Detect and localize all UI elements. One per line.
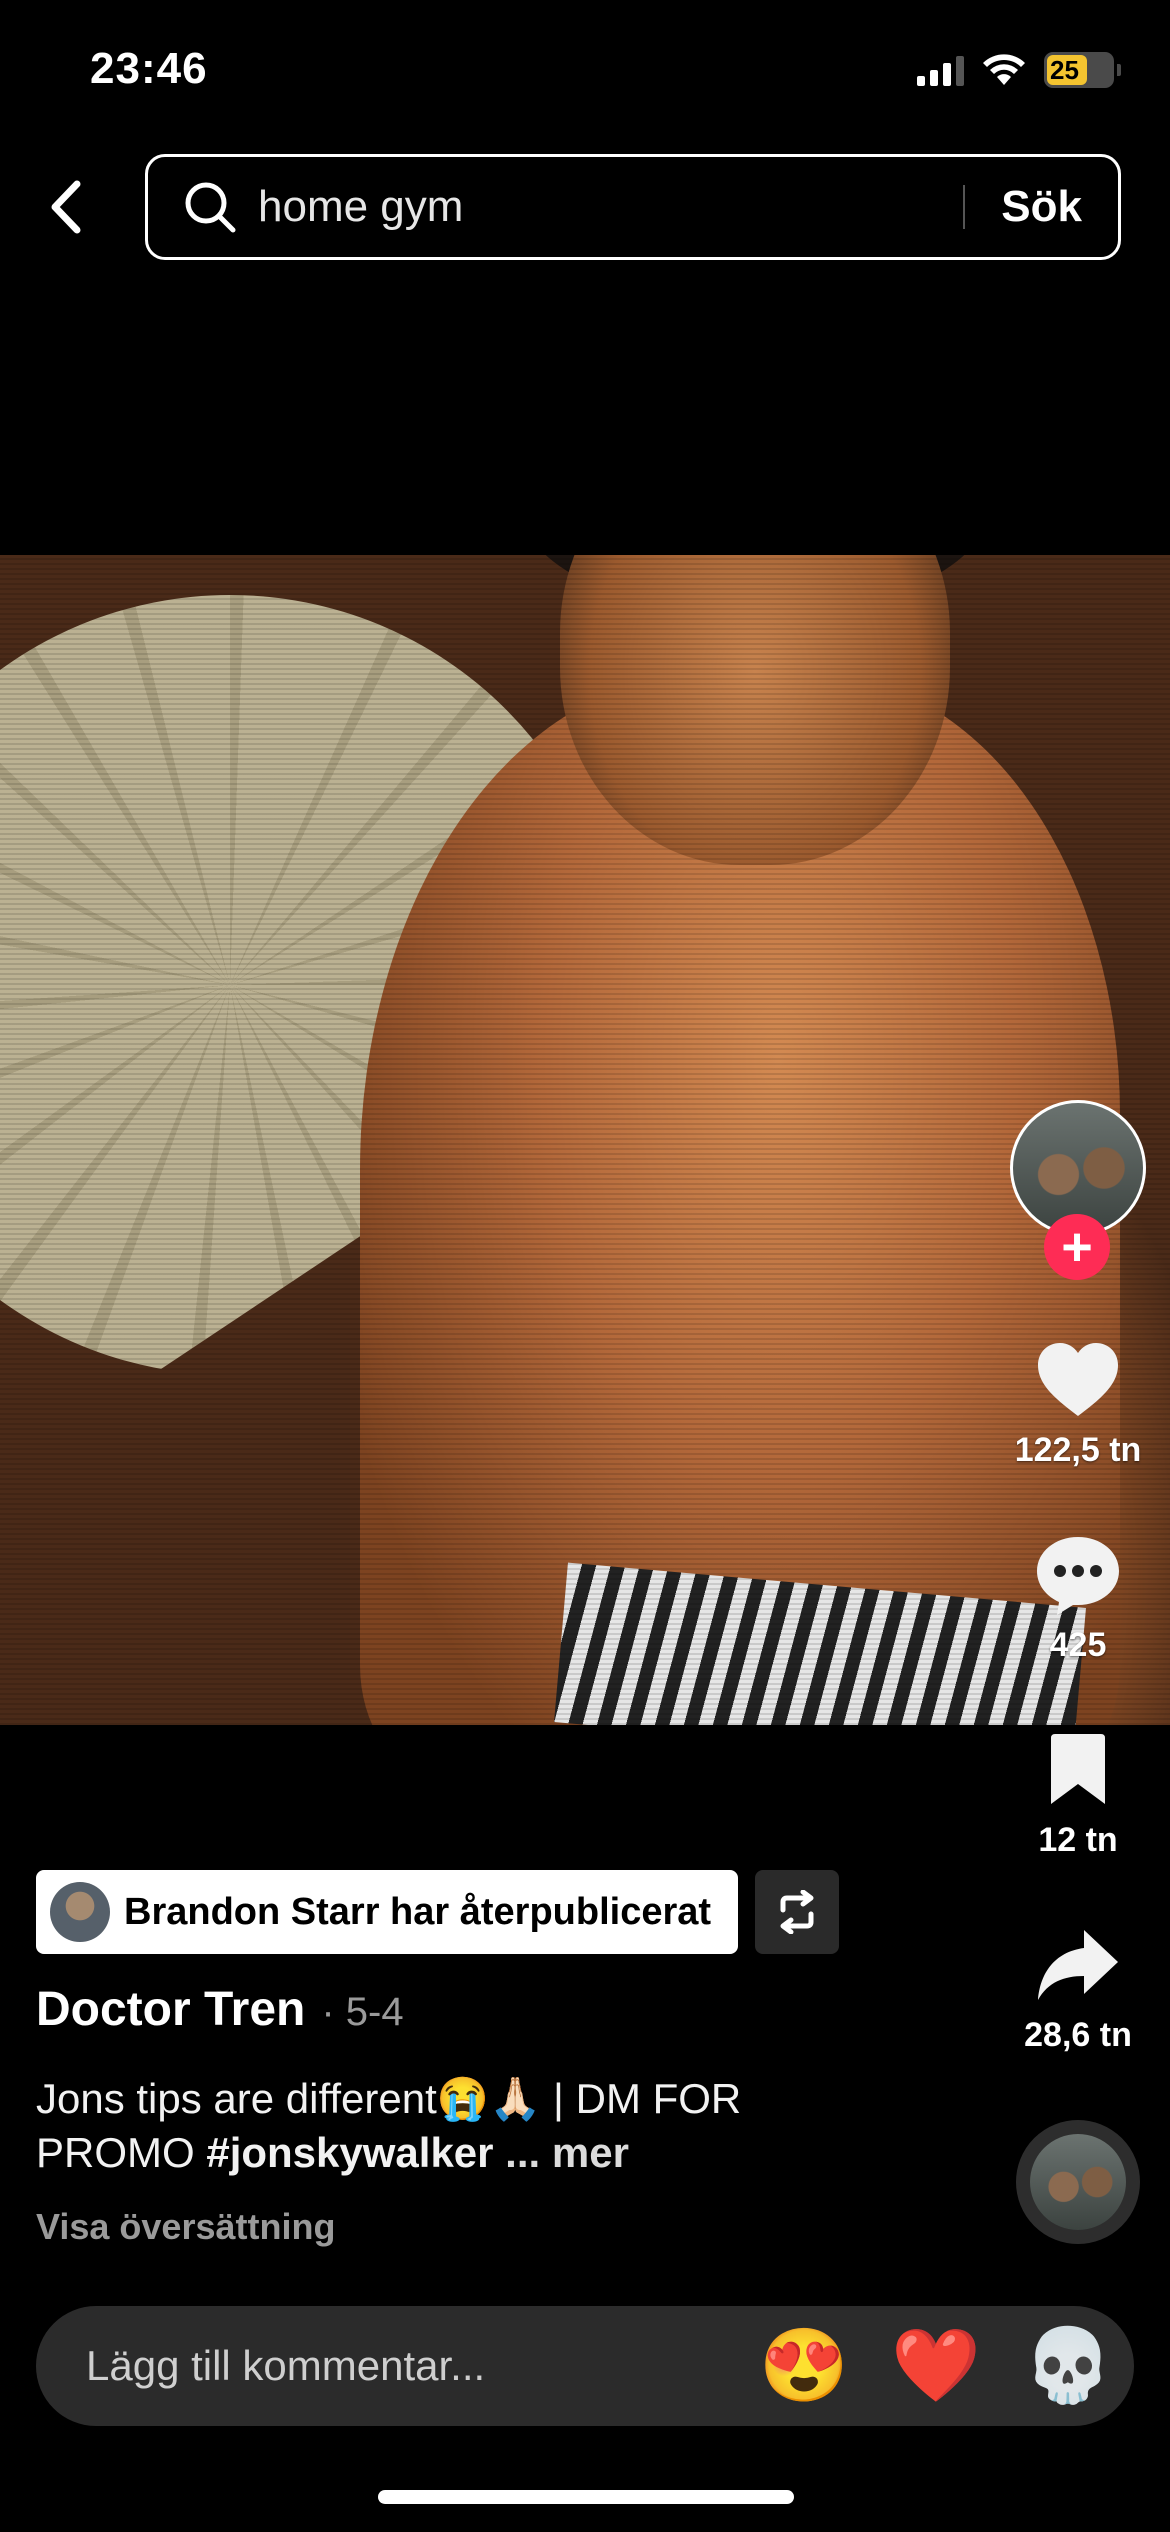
follow-button[interactable]: + <box>1044 1214 1110 1280</box>
share-button[interactable]: 28,6 tn <box>1000 1920 1156 2055</box>
search-icon <box>182 179 238 235</box>
chevron-left-icon <box>51 180 81 234</box>
post-date: · 5-4 <box>321 1990 404 2034</box>
share-count: 28,6 tn <box>1024 2016 1132 2054</box>
repost-icon <box>780 1890 814 1934</box>
status-icons: 25 <box>917 52 1121 88</box>
video-player[interactable] <box>0 555 1170 1725</box>
plus-icon: + <box>1061 1217 1093 1277</box>
heart-icon <box>1038 1343 1118 1416</box>
battery-icon: 25 <box>1044 52 1121 88</box>
emoji-heart-button[interactable]: ❤️ <box>870 2330 1002 2402</box>
author-row: Doctor Tren · 5-4 <box>36 1982 404 2037</box>
like-count: 122,5 tn <box>1014 1431 1142 1469</box>
see-translation-link[interactable]: Visa översättning <box>36 2206 335 2248</box>
comment-input[interactable]: Lägg till kommentar... <box>86 2342 738 2390</box>
wifi-icon <box>983 54 1025 85</box>
save-count: 12 tn <box>1038 1821 1118 1859</box>
bookmark-icon <box>1051 1734 1105 1804</box>
reposter-avatar <box>50 1882 110 1942</box>
save-button[interactable]: 12 tn <box>1000 1725 1156 1860</box>
battery-level: 25 <box>1050 54 1079 85</box>
search-bar[interactable]: home gym Sök <box>145 154 1121 260</box>
video-subject-head <box>560 555 950 865</box>
emoji-skull-button[interactable]: 💀 <box>1002 2330 1134 2402</box>
comment-button[interactable]: 425 <box>1000 1530 1156 1665</box>
sound-disc[interactable] <box>1016 2120 1140 2244</box>
cellular-signal-icon <box>917 54 964 86</box>
comment-count: 425 <box>1049 1626 1107 1664</box>
status-time: 23:46 <box>90 44 208 93</box>
video-umbrella-shape <box>0 595 620 1375</box>
back-button[interactable] <box>40 172 92 242</box>
search-submit-button[interactable]: Sök <box>965 182 1118 232</box>
hashtag-link[interactable]: #jonskywalker <box>206 2129 493 2176</box>
like-button[interactable]: 122,5 tn <box>1000 1335 1156 1470</box>
comment-bar[interactable]: Lägg till kommentar... 😍 ❤️ 💀 <box>36 2306 1134 2426</box>
more-link[interactable]: ... mer <box>494 2129 629 2176</box>
video-subject-hair <box>520 555 990 615</box>
emoji-heart-eyes-button[interactable]: 😍 <box>738 2330 870 2402</box>
share-arrow-icon <box>1038 1930 1118 2000</box>
comment-bubble-icon <box>1037 1537 1119 1615</box>
home-indicator <box>378 2490 794 2504</box>
repost-label: Brandon Starr har återpublicerat <box>124 1890 712 1933</box>
post-caption[interactable]: Jons tips are different😭🙏🏻 | DM FOR PROM… <box>36 2072 896 2180</box>
repost-button[interactable] <box>755 1870 839 1954</box>
search-input[interactable]: home gym <box>258 182 963 232</box>
repost-badge[interactable]: Brandon Starr har återpublicerat <box>36 1870 738 1954</box>
author-name[interactable]: Doctor Tren <box>36 1982 305 2037</box>
